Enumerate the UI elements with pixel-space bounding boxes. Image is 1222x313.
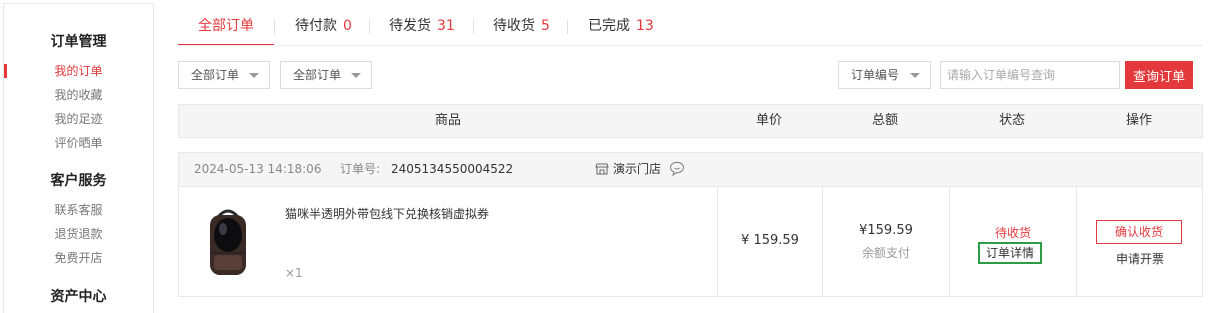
column-header-unit-price: 单价 [755,113,782,128]
payment-method: 余额支付 [861,246,910,260]
sidebar-item-my-favorites[interactable]: 我的收藏 [4,86,153,103]
dropdown-value: 全部订单 [191,68,240,82]
sidebar-item-returns[interactable]: 退货退款 [4,225,153,242]
order-header: 2024-05-13 14:18:06 订单号: 240513455000452… [179,153,1202,187]
column-header-total: 总额 [871,113,898,128]
search-order-button[interactable]: 查询订单 [1125,61,1193,89]
tab-divider [369,20,370,34]
tab-label: 全部订单 [198,18,254,34]
sidebar: 订单管理 我的订单 我的收藏 我的足迹 评价晒单 客户服务 联系客服 退货退款 … [3,3,154,313]
order-search-input[interactable] [940,61,1120,89]
sidebar-group-asset-center: 资产中心 [50,289,107,305]
chevron-down-icon [910,73,920,78]
order-status: 待收货 [994,226,1031,240]
store-name-link[interactable]: 演示门店 [613,153,661,186]
column-divider [822,186,823,296]
order-number-label: 订单号: [340,162,381,176]
column-header-status: 状态 [998,113,1025,128]
dropdown-value: 全部订单 [293,68,342,82]
order-datetime: 2024-05-13 14:18:06 [194,162,322,176]
tab-count: 31 [437,18,455,34]
table-header: 商品 单价 总额 状态 操作 [178,104,1203,138]
order-detail-button[interactable]: 订单详情 [978,242,1042,264]
request-invoice-link[interactable]: 申请开票 [1077,250,1203,267]
sidebar-item-my-orders[interactable]: 我的订单 [4,62,153,79]
tab-divider [567,20,568,34]
chevron-down-icon [249,73,259,78]
order-type-dropdown[interactable]: 全部订单 [178,61,270,89]
column-header-action: 操作 [1125,113,1152,128]
sidebar-item-my-footprints[interactable]: 我的足迹 [4,110,153,127]
unit-price: ¥ 159.59 [741,233,799,248]
tabs-divider [178,45,1203,46]
sidebar-item-open-store[interactable]: 免费开店 [4,249,153,266]
tab-label: 待付款 [295,18,337,34]
sidebar-item-contact-support[interactable]: 联系客服 [4,201,153,218]
product-thumbnail[interactable] [201,205,255,277]
tab-pending-shipment[interactable]: 待发货 31 [389,10,455,44]
column-header-product: 商品 [434,113,461,128]
tab-count: 0 [343,18,352,34]
tab-label: 待收货 [493,18,535,34]
tab-count: 13 [636,18,654,34]
chevron-down-icon [351,73,361,78]
sidebar-item-reviews[interactable]: 评价晒单 [4,134,153,151]
chat-icon[interactable] [669,161,685,176]
tab-label: 待发货 [389,18,431,34]
confirm-receipt-button[interactable]: 确认收货 [1096,220,1182,244]
sidebar-group-customer-service: 客户服务 [50,173,107,189]
tab-completed[interactable]: 已完成 13 [588,10,654,44]
order-card: 2024-05-13 14:18:06 订单号: 240513455000452… [178,152,1203,297]
tab-label: 已完成 [588,18,630,34]
tab-pending-receipt[interactable]: 待收货 5 [493,10,550,44]
search-type-dropdown[interactable]: 订单编号 [838,61,931,89]
tab-divider [274,20,275,34]
product-title-link[interactable]: 猫咪半透明外带包线下兑换核销虚拟券 [285,205,489,222]
dropdown-value: 订单编号 [851,68,900,82]
tab-count: 5 [541,18,550,34]
store-icon [595,163,609,175]
product-quantity: ×1 [285,266,303,280]
tab-divider [473,20,474,34]
total-price: ¥159.59 [859,223,913,238]
order-time-dropdown[interactable]: 全部订单 [280,61,372,89]
tab-pending-payment[interactable]: 待付款 0 [295,10,352,44]
column-divider [1076,186,1077,296]
sidebar-group-order-management: 订单管理 [50,34,107,50]
order-status-tabs: 全部订单 待付款 0 待发货 31 待收货 5 已完成 13 [178,10,1203,46]
column-divider [949,186,950,296]
order-number: 2405134550004522 [391,162,514,176]
tab-all-orders[interactable]: 全部订单 [198,10,254,44]
